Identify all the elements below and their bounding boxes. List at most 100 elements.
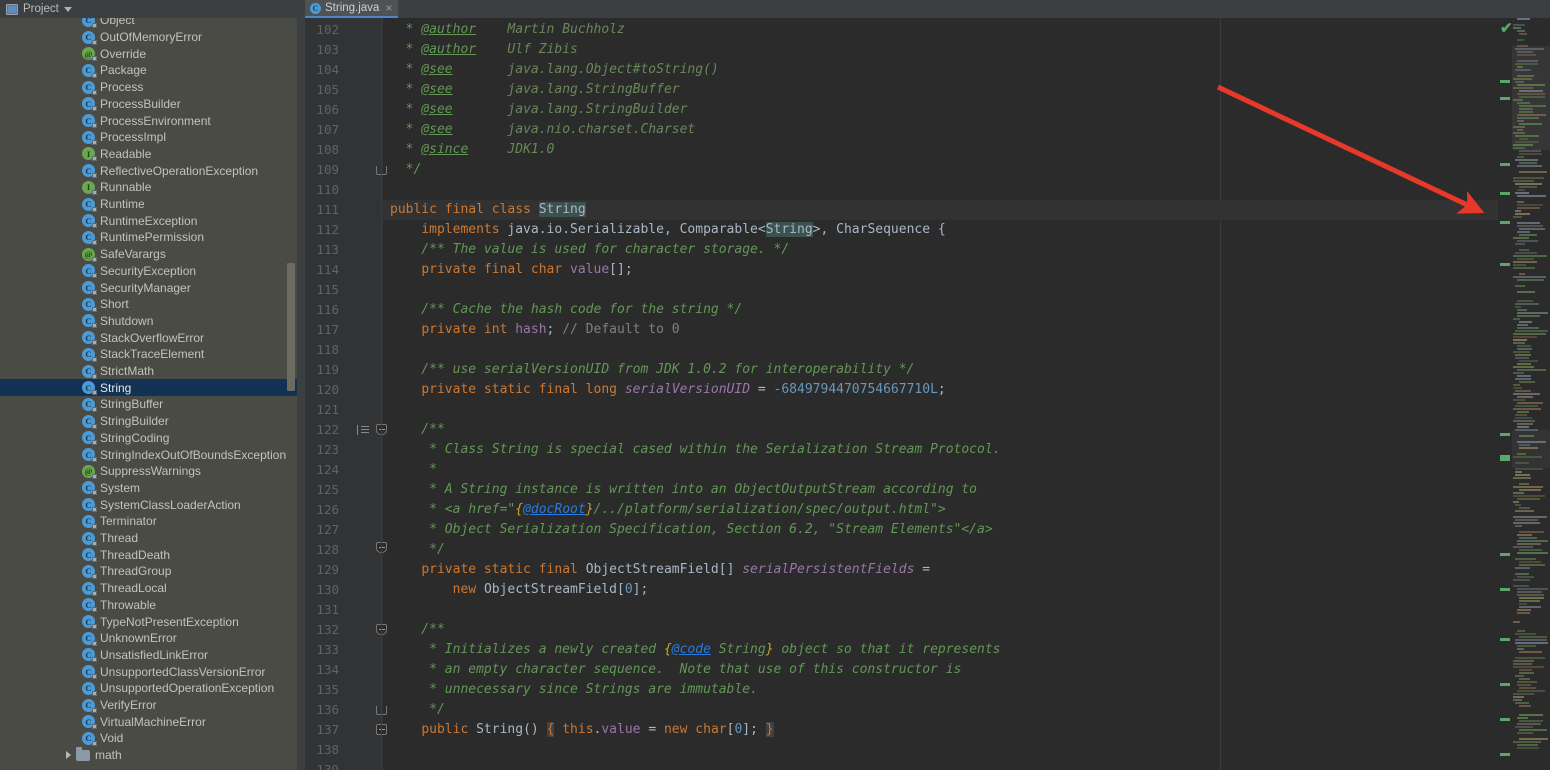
implementation-marker-icon[interactable] (357, 424, 369, 436)
tree-item-securityexception[interactable]: C SecurityException (0, 263, 305, 280)
code-line-105[interactable]: * @see java.lang.StringBuffer (383, 80, 1550, 100)
code-line-136[interactable]: */ (383, 700, 1550, 720)
code-line-137[interactable]: public String() { this.value = new char[… (383, 720, 1550, 740)
code-line-138[interactable] (383, 740, 1550, 760)
tree-item-typenotpresentexception[interactable]: C TypeNotPresentException (0, 613, 305, 630)
code-line-118[interactable] (383, 340, 1550, 360)
sidebar-divider[interactable] (297, 18, 305, 770)
code-line-115[interactable] (383, 280, 1550, 300)
stripe-marker[interactable] (1500, 97, 1510, 100)
editor-gutter[interactable]: 1011021031041051061071081091101111121131… (305, 18, 387, 770)
code-line-108[interactable]: * @since JDK1.0 (383, 140, 1550, 160)
tree-item-suppresswarnings[interactable]: @ SuppressWarnings (0, 463, 305, 480)
tree-item-void[interactable]: C Void (0, 730, 305, 747)
tree-item-processenvironment[interactable]: C ProcessEnvironment (0, 112, 305, 129)
tree-item-readable[interactable]: I Readable (0, 146, 305, 163)
tree-item-runtimeexception[interactable]: C RuntimeException (0, 212, 305, 229)
stripe-marker[interactable] (1500, 718, 1510, 721)
code-line-125[interactable]: * A String instance is written into an O… (383, 480, 1550, 500)
tree-item-stringbuffer[interactable]: C StringBuffer (0, 396, 305, 413)
tree-item-unsatisfiedlinkerror[interactable]: C UnsatisfiedLinkError (0, 647, 305, 664)
tree-item-verifyerror[interactable]: C VerifyError (0, 697, 305, 714)
code-line-117[interactable]: private int hash; // Default to 0 (383, 320, 1550, 340)
code-line-121[interactable] (383, 400, 1550, 420)
stripe-marker[interactable] (1500, 588, 1510, 591)
code-line-120[interactable]: private static final long serialVersionU… (383, 380, 1550, 400)
code-line-131[interactable] (383, 600, 1550, 620)
tree-item-stringbuilder[interactable]: C StringBuilder (0, 413, 305, 430)
code-line-107[interactable]: * @see java.nio.charset.Charset (383, 120, 1550, 140)
code-line-119[interactable]: /** use serialVersionUID from JDK 1.0.2 … (383, 360, 1550, 380)
tree-item-throwable[interactable]: C Throwable (0, 597, 305, 614)
code-line-132[interactable]: /** (383, 620, 1550, 640)
stripe-marker[interactable] (1500, 683, 1510, 686)
error-stripe[interactable] (1498, 18, 1512, 770)
tree-item-runtimepermission[interactable]: C RuntimePermission (0, 229, 305, 246)
tab-string-java[interactable]: C String.java × (305, 0, 399, 18)
tree-item-unknownerror[interactable]: C UnknownError (0, 630, 305, 647)
sidebar-scrollbar-thumb[interactable] (287, 263, 295, 391)
tree-item-processbuilder[interactable]: C ProcessBuilder (0, 96, 305, 113)
tree-item-override[interactable]: @ Override (0, 45, 305, 62)
code-editor[interactable]: 1011021031041051061071081091101111121131… (305, 18, 1550, 770)
project-tree-panel[interactable]: C Object C OutOfMemoryError @ Override C Packag… (0, 18, 305, 770)
code-line-123[interactable]: * Class String is special cased within t… (383, 440, 1550, 460)
code-content[interactable]: * @author Arthur van Hoff * @author Mart… (383, 18, 1550, 770)
code-line-111[interactable]: public final class String (383, 200, 1550, 220)
tree-item-runtime[interactable]: C Runtime (0, 196, 305, 213)
tree-item-strictmath[interactable]: C StrictMath (0, 363, 305, 380)
code-line-103[interactable]: * @author Ulf Zibis (383, 40, 1550, 60)
stripe-marker[interactable] (1500, 80, 1510, 83)
tree-item-processimpl[interactable]: C ProcessImpl (0, 129, 305, 146)
stripe-marker[interactable] (1500, 221, 1510, 224)
tree-item-string[interactable]: C String (0, 379, 305, 397)
tree-item-threadlocal[interactable]: C ThreadLocal (0, 580, 305, 597)
code-line-127[interactable]: * Object Serialization Specification, Se… (383, 520, 1550, 540)
code-line-130[interactable]: new ObjectStreamField[0]; (383, 580, 1550, 600)
tree-item-package[interactable]: C Package (0, 62, 305, 79)
code-line-129[interactable]: private static final ObjectStreamField[]… (383, 560, 1550, 580)
tree-item-threaddeath[interactable]: C ThreadDeath (0, 546, 305, 563)
code-line-134[interactable]: * an empty character sequence. Note that… (383, 660, 1550, 680)
tree-item-process[interactable]: C Process (0, 79, 305, 96)
tree-item-stringindexoutofboundsexception[interactable]: C StringIndexOutOfBoundsException (0, 446, 305, 463)
tree-item-terminator[interactable]: C Terminator (0, 513, 305, 530)
code-line-126[interactable]: * <a href="{@docRoot}/../platform/serial… (383, 500, 1550, 520)
tree-item-unsupportedclassversionerror[interactable]: C UnsupportedClassVersionError (0, 663, 305, 680)
tree-item-short[interactable]: C Short (0, 296, 305, 313)
tree-item-securitymanager[interactable]: C SecurityManager (0, 279, 305, 296)
tree-item-shutdown[interactable]: C Shutdown (0, 313, 305, 330)
code-line-122[interactable]: /** (383, 420, 1550, 440)
code-line-124[interactable]: * (383, 460, 1550, 480)
code-line-112[interactable]: implements java.io.Serializable, Compara… (383, 220, 1550, 240)
stripe-marker[interactable] (1500, 263, 1510, 266)
code-line-135[interactable]: * unnecessary since Strings are immutabl… (383, 680, 1550, 700)
tree-item-reflectiveoperationexception[interactable]: C ReflectiveOperationException (0, 162, 305, 179)
tree-item-stacktraceelement[interactable]: C StackTraceElement (0, 346, 305, 363)
code-line-104[interactable]: * @see java.lang.Object#toString() (383, 60, 1550, 80)
tree-item-runnable[interactable]: I Runnable (0, 179, 305, 196)
code-line-128[interactable]: */ (383, 540, 1550, 560)
stripe-marker[interactable] (1500, 455, 1510, 461)
tree-item-safevarargs[interactable]: @ SafeVarargs (0, 246, 305, 263)
code-line-109[interactable]: */ (383, 160, 1550, 180)
tree-item-stackoverflowerror[interactable]: C StackOverflowError (0, 329, 305, 346)
code-line-113[interactable]: /** The value is used for character stor… (383, 240, 1550, 260)
tree-item-outofmemoryerror[interactable]: C OutOfMemoryError (0, 29, 305, 46)
code-minimap[interactable] (1512, 18, 1550, 770)
tree-item-unsupportedoperationexception[interactable]: C UnsupportedOperationException (0, 680, 305, 697)
code-line-133[interactable]: * Initializes a newly created {@code Str… (383, 640, 1550, 660)
code-line-114[interactable]: private final char value[]; (383, 260, 1550, 280)
code-line-106[interactable]: * @see java.lang.StringBuilder (383, 100, 1550, 120)
stripe-marker[interactable] (1500, 553, 1510, 556)
chevron-down-icon[interactable] (63, 6, 72, 12)
stripe-marker[interactable] (1500, 163, 1510, 166)
project-tool-button[interactable]: Project (0, 0, 78, 18)
stripe-marker[interactable] (1500, 192, 1510, 195)
tree-item-virtualmachineerror[interactable]: C VirtualMachineError (0, 713, 305, 730)
stripe-marker[interactable] (1500, 753, 1510, 756)
stripe-marker[interactable] (1500, 433, 1510, 436)
code-line-102[interactable]: * @author Martin Buchholz (383, 20, 1550, 40)
tree-item-object[interactable]: C Object (0, 18, 305, 29)
tree-item-math[interactable]: math (0, 747, 305, 764)
